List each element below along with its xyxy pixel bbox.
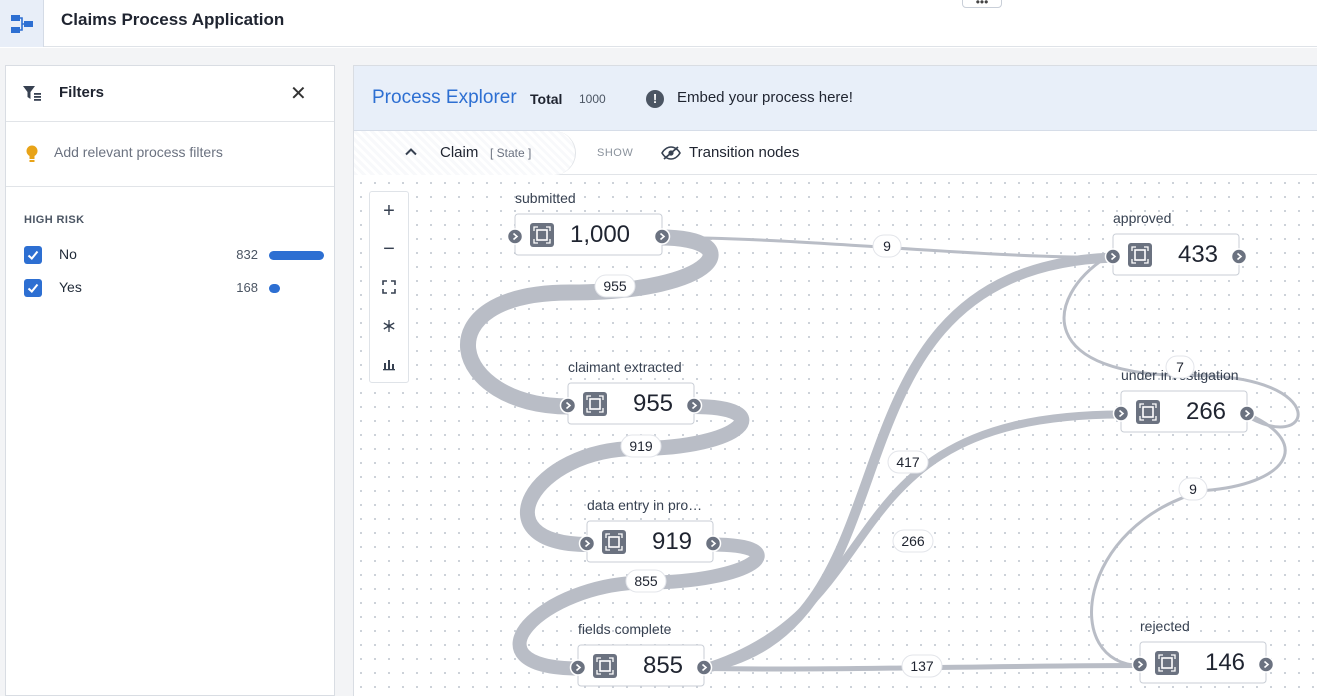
filter-count-no: 832 <box>236 247 258 262</box>
edge-label-investigation-rejected: 9 <box>1189 481 1197 497</box>
edge-label-submitted-approved: 9 <box>883 238 891 254</box>
node-value-submitted: 1,000 <box>570 221 630 248</box>
edge-label-submitted-claimant: 955 <box>603 278 627 294</box>
edge-label-fields-investigation: 266 <box>901 533 925 549</box>
zoom-out-button[interactable]: − <box>370 230 408 268</box>
filters-panel: Filters ✕ Add relevant process filters H… <box>5 65 335 696</box>
top-bar: Claims Process Application ••• <box>0 0 1317 47</box>
node-out-port[interactable] <box>1257 656 1275 673</box>
node-out-port[interactable] <box>704 535 722 552</box>
filter-label-no: No <box>59 246 77 262</box>
node-in-port[interactable] <box>1104 248 1122 265</box>
layout-button[interactable] <box>370 307 408 345</box>
node-label-dataentry: data entry in pro… <box>587 497 702 513</box>
node-approved[interactable]: approved 433 <box>1104 210 1248 276</box>
total-value: 1000 <box>579 92 606 106</box>
embed-message: Embed your process here! <box>677 89 853 106</box>
filters-hint: Add relevant process filters <box>54 144 223 160</box>
more-options-button[interactable]: ••• <box>962 0 1002 9</box>
total-label: Total <box>530 91 563 107</box>
eye-off-icon[interactable] <box>661 145 681 161</box>
check-icon <box>27 283 39 293</box>
filter-row-yes[interactable]: Yes 168 <box>24 276 324 300</box>
show-label: SHOW <box>597 147 634 159</box>
node-rejected[interactable]: rejected 146 <box>1131 618 1275 684</box>
fit-screen-icon <box>382 280 396 294</box>
edge-label-dataentry-fields: 855 <box>634 573 658 589</box>
node-in-port[interactable] <box>559 397 577 414</box>
checkbox-yes[interactable] <box>24 279 42 297</box>
node-in-port[interactable] <box>1131 656 1149 673</box>
filter-bar-yes <box>269 284 280 293</box>
close-icon[interactable]: ✕ <box>290 84 307 104</box>
node-out-port[interactable] <box>1238 405 1256 422</box>
process-app-icon[interactable] <box>0 0 44 47</box>
chevron-up-icon <box>405 148 417 156</box>
fit-view-button[interactable] <box>370 268 408 306</box>
bar-chart-icon <box>383 360 395 371</box>
node-submitted[interactable]: submitted 1,000 <box>506 190 671 256</box>
node-value-dataentry: 919 <box>652 528 692 555</box>
node-in-port[interactable] <box>578 535 596 552</box>
node-out-port[interactable] <box>653 228 671 245</box>
chart-button[interactable] <box>370 345 408 383</box>
edge-label-fields-approved: 417 <box>896 454 920 470</box>
node-value-approved: 433 <box>1178 241 1218 268</box>
explorer-title: Process Explorer <box>372 87 517 108</box>
node-in-port[interactable] <box>1112 405 1130 422</box>
edge-label-fields-rejected: 137 <box>910 658 934 674</box>
zoom-in-button[interactable]: + <box>370 192 408 230</box>
explorer-header: Process Explorer Total 1000 ! Embed your… <box>354 66 1317 131</box>
edge-label-approved-investigation: 7 <box>1176 359 1184 375</box>
node-label-claimant: claimant extracted <box>568 359 682 375</box>
node-dataentry[interactable]: data entry in pro… 919 <box>578 497 722 563</box>
node-out-port[interactable] <box>1230 248 1248 265</box>
filter-section-label: HIGH RISK <box>24 214 85 226</box>
node-out-port[interactable] <box>695 659 713 676</box>
process-explorer-panel: Process Explorer Total 1000 ! Embed your… <box>353 65 1317 697</box>
object-sublabel: [ State ] <box>490 146 532 160</box>
edge-submitted-claimant[interactable] <box>460 229 719 415</box>
node-in-port[interactable] <box>506 228 524 245</box>
filters-header: Filters ✕ <box>6 66 334 122</box>
filter-row-no[interactable]: No 832 <box>24 243 324 267</box>
object-selector[interactable]: Claim [ State ] <box>354 131 576 175</box>
node-label-rejected: rejected <box>1140 618 1190 634</box>
network-icon <box>383 320 395 332</box>
checkbox-no[interactable] <box>24 246 42 264</box>
node-label-approved: approved <box>1113 210 1171 226</box>
node-value-rejected: 146 <box>1205 649 1245 676</box>
zoom-controls: + − <box>369 191 409 383</box>
object-label: Claim <box>440 144 479 161</box>
node-in-port[interactable] <box>569 659 587 676</box>
node-label-submitted: submitted <box>515 190 576 206</box>
lightbulb-icon <box>26 145 38 162</box>
node-fields[interactable]: fields complete 855 <box>569 621 713 687</box>
filter-label-yes: Yes <box>59 279 82 295</box>
filter-bar-no <box>269 251 324 260</box>
check-icon <box>27 250 39 260</box>
node-value-claimant: 955 <box>633 390 673 417</box>
app-title: Claims Process Application <box>61 10 285 29</box>
process-graph: submitted 1,000 claimant extracted 955 data … <box>460 190 1300 687</box>
process-graph-canvas[interactable]: submitted 1,000 claimant extracted 955 data … <box>354 176 1317 697</box>
node-value-fields: 855 <box>643 652 683 679</box>
filter-count-yes: 168 <box>236 280 258 295</box>
info-icon: ! <box>646 90 664 108</box>
transition-nodes-toggle[interactable]: Transition nodes <box>689 144 799 161</box>
node-out-port[interactable] <box>685 397 703 414</box>
explorer-toolbar: Claim [ State ] SHOW Transition nodes <box>354 131 1317 175</box>
node-claimant[interactable]: claimant extracted 955 <box>559 359 703 425</box>
node-value-investigation: 266 <box>1186 398 1226 425</box>
filter-list-icon <box>23 86 41 101</box>
filters-title: Filters <box>59 84 105 101</box>
node-label-fields: fields complete <box>578 621 672 637</box>
filters-hint-row[interactable]: Add relevant process filters <box>6 122 334 187</box>
edge-label-claimant-dataentry: 919 <box>629 438 653 454</box>
